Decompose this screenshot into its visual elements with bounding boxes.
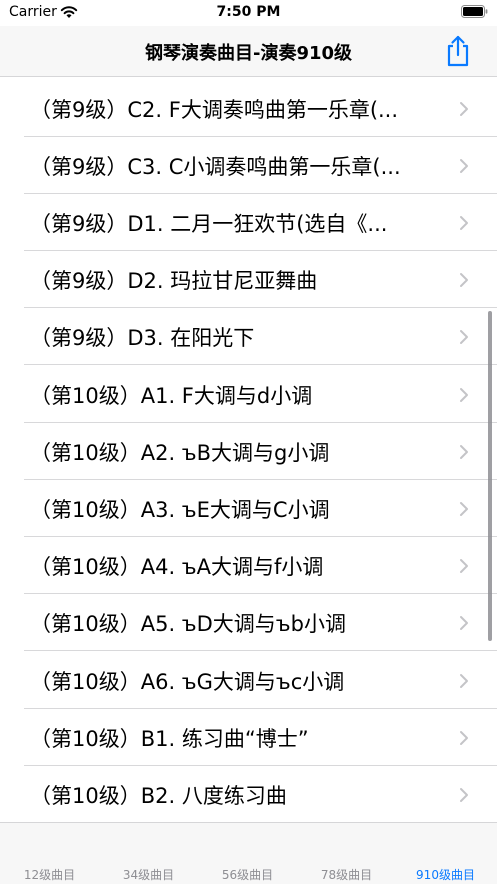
list-item-label: （第10级）B1. 练习曲“博士” [30,727,309,751]
list-item[interactable]: （第9级）D3. 在阳光下 [0,308,497,365]
list-item[interactable]: （第10级）A2. ъB大调与g小调 [0,423,497,480]
chevron-right-icon [460,559,468,573]
chevron-right-icon [460,159,468,173]
tab-12-level[interactable]: 12级曲目 [0,866,99,883]
status-bar: Carrier 7:50 PM [0,0,497,26]
list-item-label: （第10级）A1. F大调与d小调 [30,384,313,408]
chevron-right-icon [460,102,468,116]
list-item-label: （第10级）A3. ъE大调与C小调 [30,498,330,522]
list-item-label: （第9级）C2. F大调奏鸣曲第一乐章(... [30,98,399,122]
song-list[interactable]: （第9级）C2. F大调奏鸣曲第一乐章(... （第9级）C3. C小调奏鸣曲第… [0,78,497,822]
list-item[interactable]: （第10级）B2. 八度练习曲 [0,766,497,822]
list-item[interactable]: （第10级）A5. ъD大调与ъb小调 [0,594,497,651]
battery-icon [461,5,488,18]
chevron-right-icon [460,674,468,688]
chevron-right-icon [460,502,468,516]
clock-time: 7:50 PM [216,4,281,20]
list-item[interactable]: （第10级）A6. ъG大调与ъc小调 [0,652,497,709]
chevron-right-icon [460,330,468,344]
list-item-label: （第10级）A2. ъB大调与g小调 [30,441,330,465]
list-item[interactable]: （第10级）B1. 练习曲“博士” [0,709,497,766]
chevron-right-icon [460,616,468,630]
list-item[interactable]: （第9级）C3. C小调奏鸣曲第一乐章(... [0,137,497,194]
list-item[interactable]: （第10级）A1. F大调与d小调 [0,366,497,423]
chevron-right-icon [460,273,468,287]
tab-bar: 12级曲目 34级曲目 56级曲目 78级曲目 910级曲目 [0,822,497,884]
list-item-label: （第10级）A4. ъA大调与f小调 [30,555,324,579]
list-item-label: （第10级）A6. ъG大调与ъc小调 [30,670,345,694]
row-divider [24,650,497,651]
chevron-right-icon [460,731,468,745]
tab-34-level[interactable]: 34级曲目 [99,866,198,883]
list-item-label: （第10级）A5. ъD大调与ъb小调 [30,612,346,636]
row-divider [24,364,497,365]
chevron-right-icon [460,445,468,459]
list-item-label: （第9级）D3. 在阳光下 [30,326,255,350]
list-item[interactable]: （第10级）A4. ъA大调与f小调 [0,537,497,594]
tab-56-level[interactable]: 56级曲目 [198,866,297,883]
tab-78-level[interactable]: 78级曲目 [297,866,396,883]
list-item[interactable]: （第10级）A3. ъE大调与C小调 [0,480,497,537]
list-item-label: （第9级）D1. 二月一狂欢节(选自《... [30,212,388,236]
scroll-indicator[interactable] [488,311,492,641]
list-item[interactable]: （第9级）C2. F大调奏鸣曲第一乐章(... [0,80,497,137]
tab-910-level[interactable]: 910级曲目 [396,866,495,883]
list-item-label: （第10级）B2. 八度练习曲 [30,784,287,808]
chevron-right-icon [460,216,468,230]
list-item[interactable]: （第9级）D2. 玛拉甘尼亚舞曲 [0,251,497,308]
page-title: 钢琴演奏曲目-演奏910级 [144,43,353,64]
chevron-right-icon [460,788,468,802]
list-item-label: （第9级）D2. 玛拉甘尼亚舞曲 [30,269,318,293]
navigation-bar: 钢琴演奏曲目-演奏910级 [0,26,497,77]
chevron-right-icon [460,388,468,402]
list-item[interactable]: （第9级）D1. 二月一狂欢节(选自《... [0,194,497,251]
share-icon[interactable] [442,34,474,68]
list-item-label: （第9级）C3. C小调奏鸣曲第一乐章(... [30,155,401,179]
